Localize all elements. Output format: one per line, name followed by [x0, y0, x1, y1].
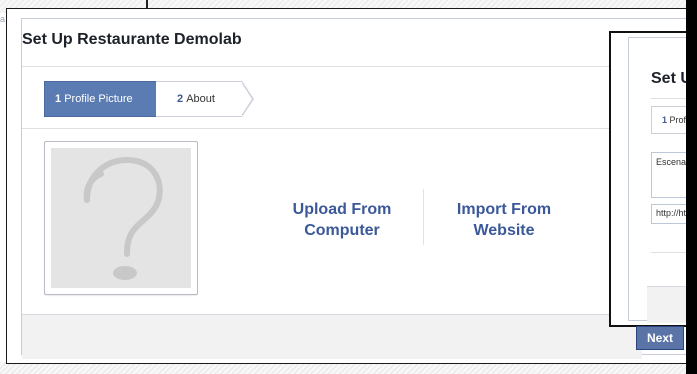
step-arrow-fill [241, 82, 252, 116]
profile-picture-frame [44, 141, 198, 295]
window-edge [686, 0, 697, 374]
step-number: 2 [177, 93, 184, 105]
step-number: 1 [55, 93, 62, 105]
question-mark-icon [83, 156, 163, 280]
dialog-footer [22, 314, 642, 359]
tab-about[interactable]: 2 About [156, 81, 242, 117]
step-number: 1 [662, 115, 668, 125]
divider [423, 189, 424, 245]
step-label: Profile Picture [64, 93, 133, 105]
profile-picture-placeholder [51, 148, 191, 288]
upload-from-computer-link[interactable]: Upload From Computer [272, 199, 412, 241]
next-button[interactable]: Next [636, 326, 684, 350]
tab-profile-picture[interactable]: 1 Profile Picture [44, 81, 156, 117]
page-title: Set Up Restaurante Demolab [22, 31, 242, 48]
background-crumb: a [0, 14, 6, 24]
step-label: About [186, 93, 215, 105]
import-from-website-link[interactable]: Import From Website [434, 199, 574, 241]
divider [22, 128, 642, 129]
divider [22, 66, 642, 67]
setup-dialog-second: Set U 1 Profil Escenari http://ht [609, 31, 697, 327]
screen: a Set Up Restaurante Demolab 1 Profile P… [0, 0, 697, 374]
